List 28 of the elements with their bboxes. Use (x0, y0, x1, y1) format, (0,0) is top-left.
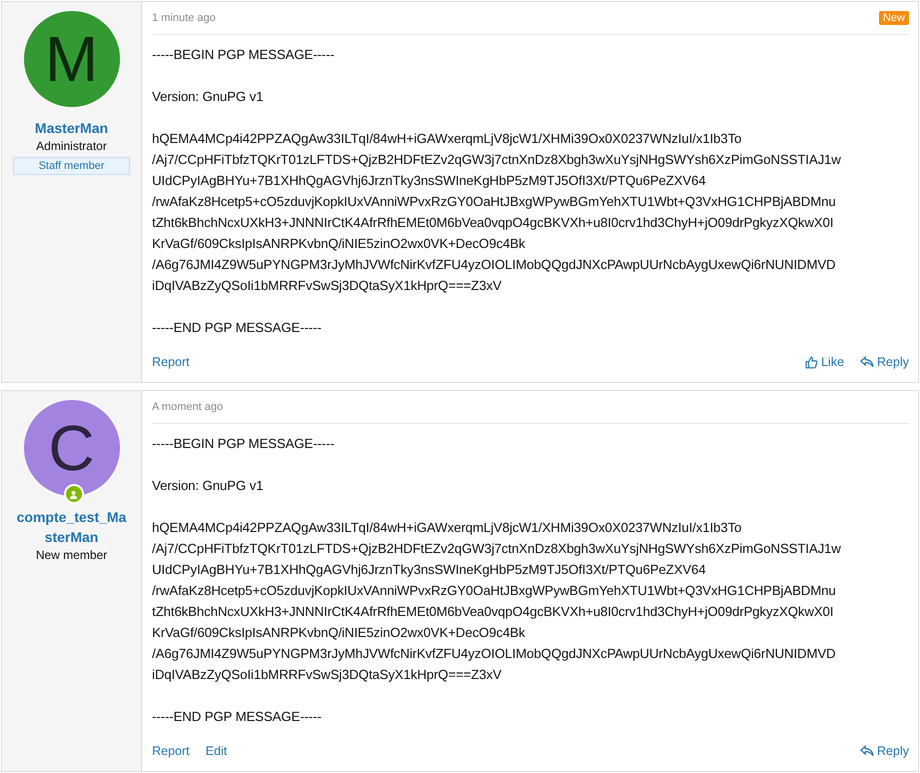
avatar[interactable]: C (24, 400, 120, 496)
new-badge: New (878, 11, 909, 25)
action-link[interactable]: Report (152, 744, 190, 758)
avatar[interactable]: M (24, 11, 120, 107)
action-link[interactable]: Report (152, 355, 190, 369)
reply-link[interactable]: Reply (860, 355, 909, 369)
user-title: New member (36, 548, 108, 562)
username[interactable]: MasterMan (14, 118, 130, 138)
post-time[interactable]: A moment ago (152, 401, 223, 413)
reply-icon (860, 356, 874, 368)
action-link[interactable]: Edit (206, 744, 228, 758)
message-text: -----END PGP MESSAGE----- (152, 319, 322, 337)
message-text: -----BEGIN PGP MESSAGE----- (152, 435, 336, 453)
message-text: Version: GnuPG v1 (152, 88, 264, 106)
user-title: Administrator (36, 139, 107, 153)
thumbs-up-icon (805, 356, 818, 368)
message-text: -----BEGIN PGP MESSAGE----- (152, 46, 336, 64)
message-text: hQEMA4MCp4i42PPZAQgAw33ILTqI/84wH+iGAWxerqmLjV8jcW1/XHMi39Ox0X0237WNzIuI/x1Ib3To /Aj7/CCpHFiTbfzTQKrT01zLFTDS+QjzB2HDFtEZv2qGW3j7ctnXnDz8Xbgh3wXuYsjNHgSWYsh6XzPimGoNSSTIAJ1w UIdCPyIAgBHYu+7B1XHhQgAGVhj6JrznTky3nsSWIneKgHbP5zM9TJ5OfI3Xt/PTQu6PeZXV64 /rwAfaKz8Hcetp5+cO5zduvjKopkIUxVAnniWPvxRzGY0OaHtJBxgWPywBGmYehXTU1Wbt+Q3VxHG1CHPBjABDMnu tZht6kBhchNcxUXkH3+JNNNIrCtK4AfrRfhEMEt0M6bVea0vqpO4gcBKVXh+u8I0crv1hd3ChyH+jO09drPgkyzXQkwX0I KrVaGf/609CksIpIsANRPKvbnQ/iNIE5zinO2wx0VK+DecO9c4Bk /A6g76JMI4Z9W5uPYNGPM3rJyMhJVWfcNirKvfZFU4yzOIOLIMobQQgdJNXcPAwpUUrNcbAygUxewQi6rNUNIDMVD iDqIVABzZyQSoIi1bMRRFvSwSj3DQtaSyX1kHprQ===Z3xV (152, 519, 842, 684)
reply-icon (860, 745, 874, 757)
staff-banner: Staff member (13, 157, 130, 175)
like-link[interactable]: Like (805, 355, 844, 369)
message-text: -----END PGP MESSAGE----- (152, 708, 322, 726)
user-icon (69, 490, 78, 498)
post-time[interactable]: 1 minute ago (152, 12, 216, 24)
message-text: hQEMA4MCp4i42PPZAQgAw33ILTqI/84wH+iGAWxerqmLjV8jcW1/XHMi39Ox0X0237WNzIuI/x1Ib3To /Aj7/CCpHFiTbfzTQKrT01zLFTDS+QjzB2HDFtEZv2qGW3j7ctnXnDz8Xbgh3wXuYsjNHgSWYsh6XzPimGoNSSTIAJ1w UIdCPyIAgBHYu+7B1XHhQgAGVhj6JrznTky3nsSWIneKgHbP5zM9TJ5OfI3Xt/PTQu6PeZXV64 /rwAfaKz8Hcetp5+cO5zduvjKopkIUxVAnniWPvxRzGY0OaHtJBxgWPywBGmYehXTU1Wbt+Q3VxHG1CHPBjABDMnu tZht6kBhchNcxUXkH3+JNNNIrCtK4AfrRfhEMEt0M6bVea0vqpO4gcBKVXh+u8I0crv1hd3ChyH+jO09drPgkyzXQkwX0I KrVaGf/609CksIpIsANRPKvbnQ/iNIE5zinO2wx0VK+DecO9c4Bk /A6g76JMI4Z9W5uPYNGPM3rJyMhJVWfcNirKvfZFU4yzOIOLIMobQQgdJNXcPAwpUUrNcbAygUxewQi6rNUNIDMVD iDqIVABzZyQSoIi1bMRRFvSwSj3DQtaSyX1kHprQ===Z3xV (152, 130, 842, 295)
reply-link[interactable]: Reply (860, 744, 909, 758)
message-text: Version: GnuPG v1 (152, 477, 264, 495)
username[interactable]: compte_test_MasterMan (14, 507, 130, 547)
